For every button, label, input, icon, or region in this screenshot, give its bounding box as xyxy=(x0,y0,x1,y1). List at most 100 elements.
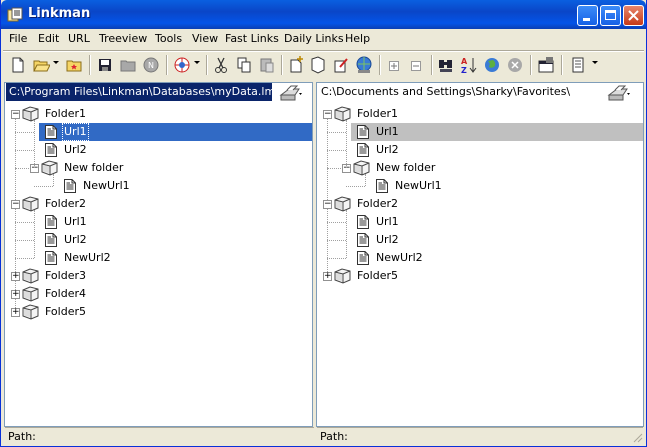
save-icon[interactable] xyxy=(96,55,114,75)
collapse-toggle-icon[interactable]: − xyxy=(11,200,20,209)
tree-url-node[interactable]: Url2 xyxy=(5,141,312,159)
tree-url-node[interactable]: Url1 xyxy=(5,123,312,141)
maximize-button[interactable] xyxy=(600,5,621,26)
browser-icon[interactable] xyxy=(173,55,191,75)
menu-edit[interactable]: Edit xyxy=(38,32,59,45)
tree-url-node[interactable]: Url2 xyxy=(5,231,312,249)
tree-node-label: NewUrl1 xyxy=(83,179,130,192)
menu-file[interactable]: File xyxy=(9,32,27,45)
report-icon[interactable] xyxy=(569,55,587,75)
collapse-toggle-icon[interactable]: − xyxy=(323,200,332,209)
left-print-icon[interactable] xyxy=(277,83,305,103)
left-status-path: Path: xyxy=(5,427,314,444)
minimize-button[interactable] xyxy=(577,5,598,26)
expand-toggle-icon[interactable]: + xyxy=(323,272,332,281)
expand-icon[interactable] xyxy=(385,55,403,75)
menu-daily-links[interactable]: Daily Links xyxy=(284,32,344,45)
copy-icon[interactable] xyxy=(235,55,253,75)
toolbar-separator xyxy=(281,55,283,75)
tree-folder-node[interactable]: − Folder2 xyxy=(317,195,643,213)
collapse-toggle-icon[interactable]: − xyxy=(323,110,332,119)
right-tree-pane[interactable]: − Folder1 Url1 Url2 − New folder NewUrl1 − Folde… xyxy=(316,82,644,427)
tree-folder-node[interactable]: + Folder5 xyxy=(317,267,643,285)
close-button[interactable] xyxy=(623,5,644,26)
navigator-icon[interactable]: N xyxy=(142,55,160,75)
right-status-path: Path: xyxy=(317,427,643,444)
toolbar-separator xyxy=(89,55,91,75)
open-icon[interactable] xyxy=(32,55,50,75)
expand-toggle-icon[interactable]: + xyxy=(11,290,20,299)
folder-icon[interactable] xyxy=(119,55,137,75)
tree-connector-line xyxy=(53,174,54,186)
cut-icon[interactable] xyxy=(212,55,230,75)
tree-connector-line xyxy=(346,186,365,187)
open-dropdown-arrow[interactable] xyxy=(53,61,59,64)
paste-icon[interactable] xyxy=(258,55,276,75)
expand-toggle-icon[interactable]: + xyxy=(11,272,20,281)
tree-node-label: Url1 xyxy=(376,215,399,228)
menu-tools[interactable]: Tools xyxy=(155,32,182,45)
tree-folder-node[interactable]: + Folder5 xyxy=(5,303,312,321)
collapse-icon[interactable] xyxy=(407,55,425,75)
tree-folder-node[interactable]: − Folder2 xyxy=(5,195,312,213)
expand-toggle-icon[interactable]: + xyxy=(11,308,20,317)
tree-folder-node[interactable]: − Folder1 xyxy=(317,105,643,123)
title-bar[interactable]: Linkman xyxy=(1,0,646,29)
tree-node-label: Url2 xyxy=(376,233,399,246)
svg-text:N: N xyxy=(148,61,154,70)
tree-node-label: NewUrl2 xyxy=(64,251,111,264)
tree-connector-line xyxy=(34,210,35,258)
tree-url-node[interactable]: NewUrl1 xyxy=(5,177,312,195)
tree-url-node[interactable]: Url2 xyxy=(317,141,643,159)
right-path-field[interactable]: C:\Documents and Settings\Sharky\Favorit… xyxy=(318,83,598,101)
stop-icon[interactable] xyxy=(506,55,524,75)
menu-url[interactable]: URL xyxy=(68,32,90,45)
properties-icon[interactable] xyxy=(537,55,555,75)
menu-view[interactable]: View xyxy=(192,32,218,45)
tree-connector-line xyxy=(15,222,34,223)
tree-connector-line xyxy=(365,174,366,186)
status-bar: Path: Path: xyxy=(3,426,644,445)
tree-folder-node[interactable]: − New folder xyxy=(5,159,312,177)
left-path-field[interactable]: C:\Program Files\Linkman\Databases\myDat… xyxy=(6,83,272,101)
edit-icon[interactable] xyxy=(332,55,350,75)
tree-node-label: Url1 xyxy=(376,125,399,138)
tree-node-label: New folder xyxy=(64,161,124,174)
right-print-icon[interactable] xyxy=(605,83,633,103)
report-dropdown-arrow[interactable] xyxy=(592,61,598,64)
left-tree-pane[interactable]: − Folder1 Url1 Url2 − New folder NewUrl1 − Folde… xyxy=(4,82,313,427)
sort-icon[interactable]: AZ xyxy=(460,55,478,75)
check-icon[interactable] xyxy=(355,55,373,75)
tree-node-label: Folder3 xyxy=(45,269,86,282)
url-icon xyxy=(357,251,369,265)
find-icon[interactable] xyxy=(437,55,455,75)
favorites-icon[interactable] xyxy=(65,55,83,75)
tree-url-node[interactable]: Url1 xyxy=(317,213,643,231)
folder-icon xyxy=(353,160,370,176)
tree-url-node[interactable]: Url1 xyxy=(317,123,643,141)
tree-folder-node[interactable]: − Folder1 xyxy=(5,105,312,123)
tree-folder-node[interactable]: + Folder3 xyxy=(5,267,312,285)
tree-url-node[interactable]: NewUrl2 xyxy=(317,249,643,267)
tree-connector-line xyxy=(34,186,53,187)
tree-node-label: New folder xyxy=(376,161,436,174)
tree-connector-line xyxy=(327,240,346,241)
linkman-app-icon[interactable] xyxy=(7,7,23,23)
tree-connector-line xyxy=(346,120,347,168)
menu-treeview[interactable]: Treeview xyxy=(99,32,147,45)
tree-url-node[interactable]: Url1 xyxy=(5,213,312,231)
tree-url-node[interactable]: NewUrl2 xyxy=(5,249,312,267)
collapse-toggle-icon[interactable]: − xyxy=(11,110,20,119)
add-url-icon[interactable] xyxy=(287,55,305,75)
menu-help[interactable]: Help xyxy=(345,32,370,45)
menu-fast-links[interactable]: Fast Links xyxy=(225,32,279,45)
add-folder-icon[interactable] xyxy=(309,55,327,75)
minimize-icon xyxy=(583,18,590,21)
tree-folder-node[interactable]: + Folder4 xyxy=(5,285,312,303)
resize-grip-icon[interactable] xyxy=(631,431,643,443)
tree-url-node[interactable]: Url2 xyxy=(317,231,643,249)
toolbar-separator xyxy=(379,55,381,75)
browser-dropdown-arrow[interactable] xyxy=(194,61,200,64)
new-icon[interactable] xyxy=(9,55,27,75)
globe-icon[interactable] xyxy=(483,55,501,75)
